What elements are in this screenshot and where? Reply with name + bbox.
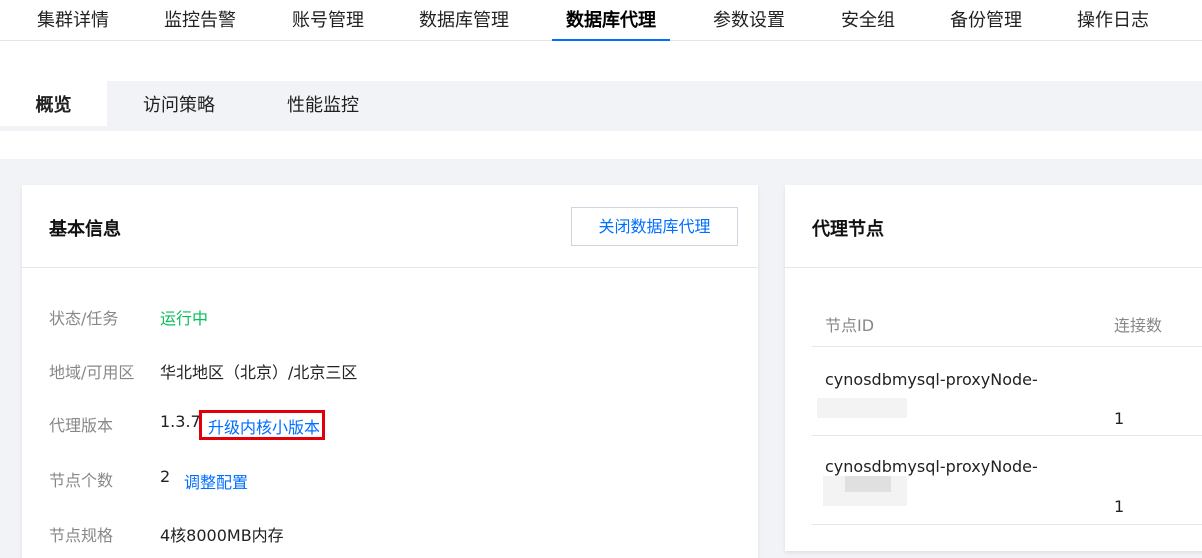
node-spec-value: 4核8000MB内存	[160, 526, 284, 545]
subtab-overview[interactable]: 概览	[0, 81, 107, 126]
column-header-node-id: 节点ID	[825, 316, 875, 335]
table-divider	[812, 346, 1202, 347]
proxy-nodes-card: 代理节点 节点ID 连接数 cynosdbmysql-proxyNode- 1 …	[785, 185, 1202, 551]
divider	[22, 267, 758, 268]
redaction-mask	[817, 398, 907, 418]
table-divider	[812, 435, 1202, 436]
basic-info-card: 基本信息 关闭数据库代理 状态/任务 运行中 地域/可用区 华北地区（北京）/北…	[22, 185, 758, 558]
redaction-mask	[845, 476, 891, 492]
adjust-config-link[interactable]: 调整配置	[184, 469, 248, 493]
main-content: 基本信息 关闭数据库代理 状态/任务 运行中 地域/可用区 华北地区（北京）/北…	[0, 159, 1202, 558]
region-label: 地域/可用区	[49, 363, 135, 382]
subtab-access-policy[interactable]: 访问策略	[143, 81, 215, 126]
region-value: 华北地区（北京）/北京三区	[160, 363, 358, 382]
basic-info-title: 基本信息	[49, 219, 121, 240]
tab-account-management[interactable]: 账号管理	[292, 0, 364, 41]
status-value: 运行中	[160, 309, 209, 328]
proxy-nodes-title: 代理节点	[812, 219, 884, 240]
top-tab-bar: 集群详情 监控告警 账号管理 数据库管理 数据库代理 参数设置 安全组 备份管理…	[0, 0, 1202, 41]
table-cell-connections: 1	[1114, 497, 1125, 516]
table-divider	[812, 524, 1202, 525]
proxy-version-label: 代理版本	[49, 416, 114, 435]
tab-database-management[interactable]: 数据库管理	[419, 0, 509, 41]
tab-security-group[interactable]: 安全组	[841, 0, 895, 41]
subtab-performance-monitoring[interactable]: 性能监控	[287, 81, 359, 126]
table-cell-node-id: cynosdbmysql-proxyNode-	[825, 370, 1038, 389]
proxy-version-value: 1.3.7	[160, 412, 201, 431]
node-count-label: 节点个数	[49, 471, 114, 490]
sub-tab-bar: 概览 访问策略 性能监控	[0, 81, 1202, 131]
table-cell-connections: 1	[1114, 409, 1125, 428]
tab-cluster-details[interactable]: 集群详情	[37, 0, 109, 41]
node-count-value: 2	[160, 467, 171, 486]
tab-operation-log[interactable]: 操作日志	[1077, 0, 1149, 41]
divider	[785, 267, 1202, 268]
node-spec-label: 节点规格	[49, 526, 114, 545]
tab-backup-management[interactable]: 备份管理	[950, 0, 1022, 41]
tab-monitoring-alerts[interactable]: 监控告警	[164, 0, 236, 41]
upgrade-kernel-link[interactable]: 升级内核小版本	[208, 414, 320, 438]
tab-parameter-settings[interactable]: 参数设置	[713, 0, 785, 41]
table-cell-node-id: cynosdbmysql-proxyNode-	[825, 457, 1038, 476]
close-proxy-button[interactable]: 关闭数据库代理	[571, 207, 738, 246]
tab-database-proxy[interactable]: 数据库代理	[552, 0, 670, 41]
column-header-connections: 连接数	[1114, 316, 1163, 335]
status-label: 状态/任务	[49, 309, 119, 328]
